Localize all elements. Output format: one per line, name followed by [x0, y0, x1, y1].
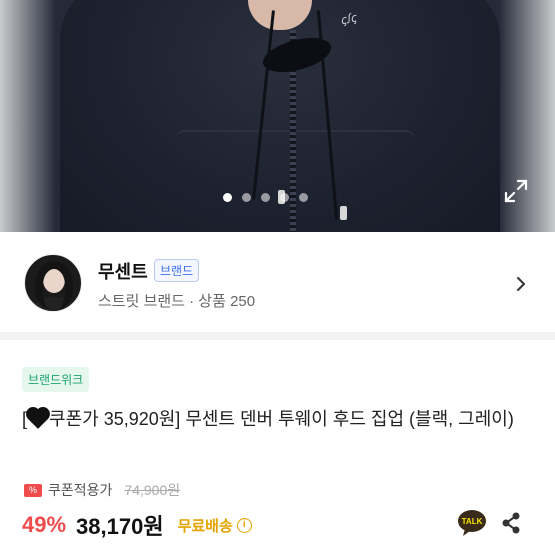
gallery-pagination — [223, 193, 308, 202]
gallery-dot[interactable] — [261, 193, 270, 202]
sale-price: 38,170원 — [76, 514, 164, 539]
gallery-dot[interactable] — [299, 193, 308, 202]
brand-week-tag: 브랜드위크 — [22, 367, 90, 392]
discount-rate: 49% — [22, 512, 67, 537]
seller-row[interactable]: 무센트 브랜드 스트릿 브랜드 · 상품 250 — [0, 232, 555, 340]
product-image-gallery[interactable]: ꞔꭍꞔ — [0, 0, 555, 232]
product-photo-cord-tip — [340, 206, 347, 220]
chevron-right-icon[interactable] — [514, 276, 528, 292]
kakao-talk-icon[interactable]: TALK — [457, 509, 487, 537]
price-row: 49% 38,170원 무료배송 i — [22, 510, 252, 540]
gallery-dot[interactable] — [242, 193, 251, 202]
product-photo-logo: ꞔꭍꞔ — [338, 10, 358, 28]
original-price: 74,900원 — [124, 482, 181, 498]
coupon-label: 쿠폰적용가 — [48, 482, 113, 498]
brand-badge: 브랜드 — [154, 259, 200, 282]
free-shipping-label: 무료배송 — [177, 517, 233, 535]
black-heart-icon — [28, 409, 48, 429]
coupon-row: % 쿠폰적용가 74,900원 — [24, 481, 180, 499]
avatar-hair — [35, 261, 73, 309]
gallery-dot[interactable] — [223, 193, 232, 202]
share-icon[interactable] — [500, 511, 522, 535]
gallery-dot[interactable] — [280, 193, 289, 202]
kakao-talk-label: TALK — [462, 517, 483, 526]
coupon-icon: % — [24, 483, 42, 497]
expand-icon[interactable] — [503, 178, 529, 204]
product-title: [쿠폰가 35,920원] 무센트 덴버 투웨이 후드 집업 (블랙, 그레이) — [22, 405, 542, 433]
seller-name[interactable]: 무센트 — [98, 258, 148, 284]
seller-subtitle: 스트릿 브랜드 · 상품 250 — [98, 293, 256, 310]
info-icon[interactable]: i — [236, 517, 252, 533]
avatar[interactable] — [24, 254, 82, 312]
title-text: 쿠폰가 35,920원] 무센트 덴버 투웨이 후드 집업 (블랙, 그레이) — [49, 409, 514, 429]
